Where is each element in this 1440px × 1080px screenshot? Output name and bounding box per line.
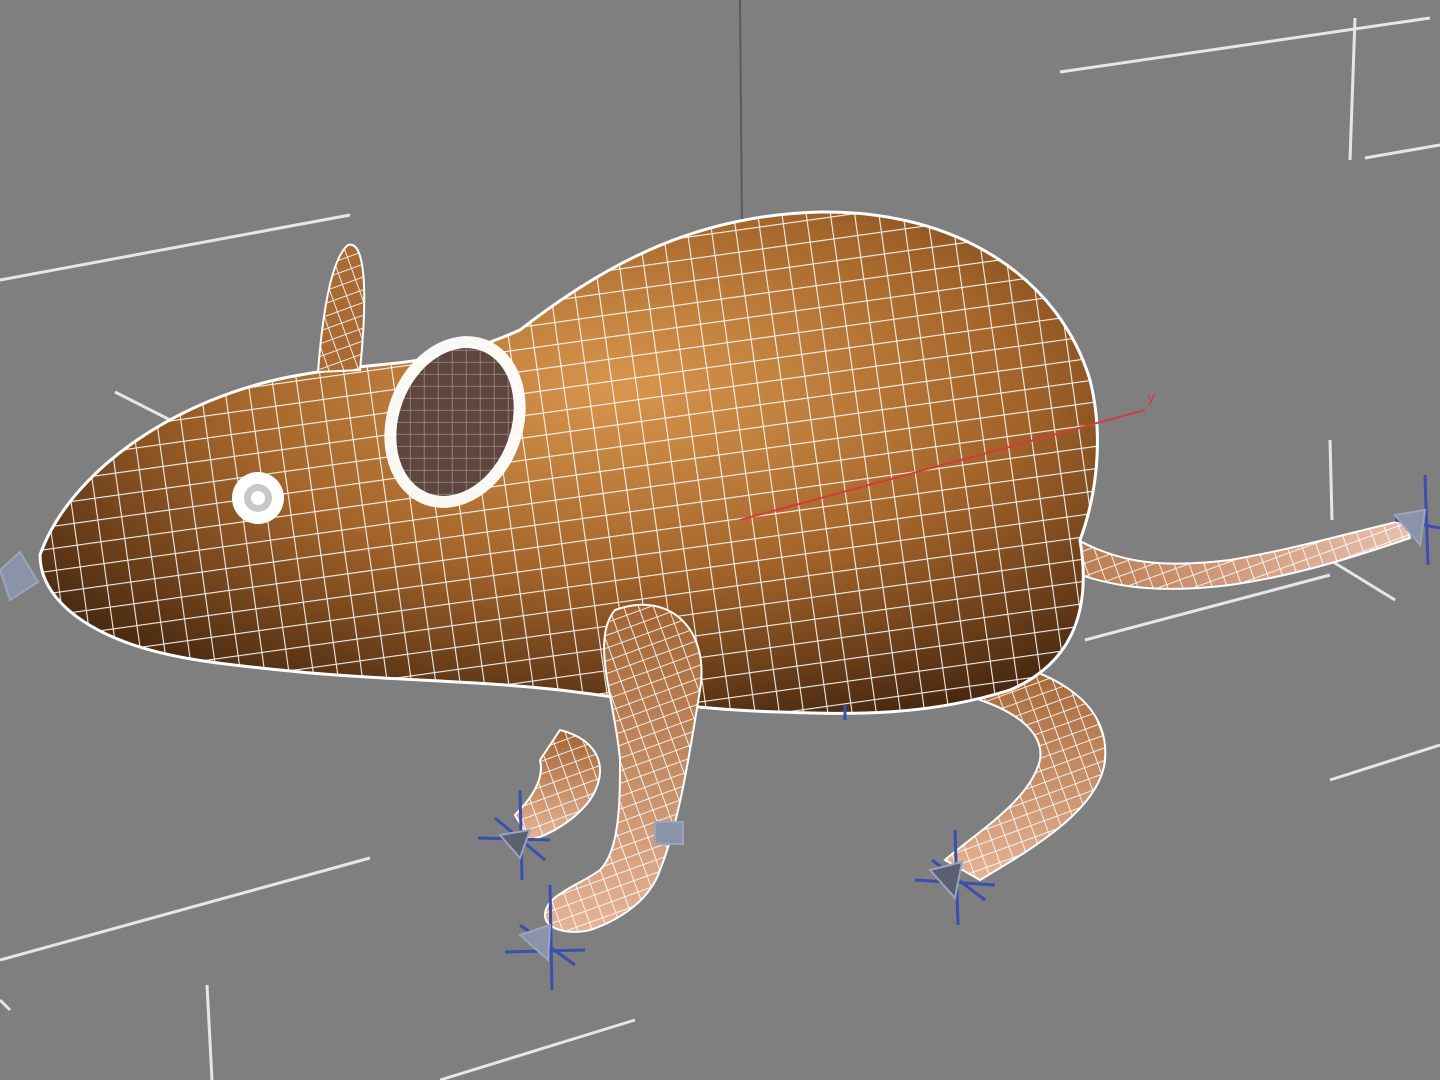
pivot-axis-line [739, 0, 743, 231]
mouse-far-ear[interactable] [316, 243, 366, 374]
ik-handle-snout[interactable] [0, 550, 40, 602]
joint-marker-front-leg[interactable] [654, 821, 684, 845]
y-axis-label: y [1147, 390, 1155, 406]
viewport-scene[interactable]: y [0, 0, 1440, 1080]
mouse-far-front-leg[interactable] [513, 728, 601, 842]
3d-viewport[interactable]: y [0, 0, 1440, 1080]
mouse-eye[interactable] [232, 472, 284, 524]
mouse-body[interactable] [0, 180, 1120, 740]
mouse-tail[interactable] [1053, 518, 1412, 590]
ik-handle-tail-tip[interactable] [1393, 474, 1440, 566]
